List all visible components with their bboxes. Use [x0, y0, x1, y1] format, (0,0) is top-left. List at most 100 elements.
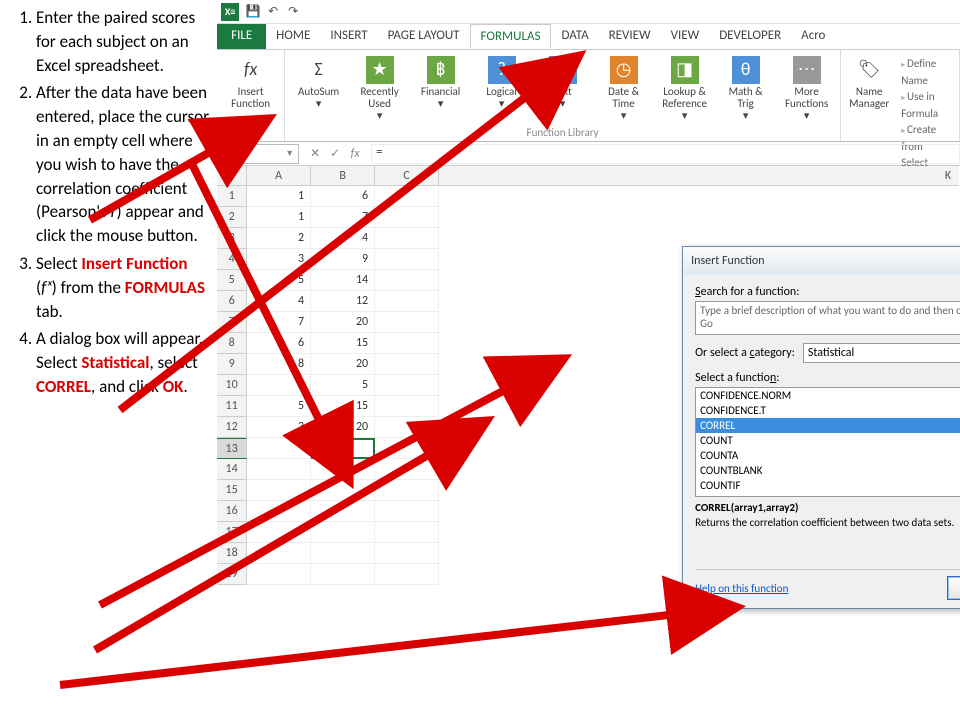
cell[interactable] — [375, 228, 439, 249]
row-header[interactable]: 14 — [217, 459, 247, 480]
tab-view[interactable]: VIEW — [661, 24, 710, 49]
cell[interactable] — [375, 186, 439, 207]
row-header[interactable]: 6 — [217, 291, 247, 312]
cell[interactable] — [375, 459, 439, 480]
cell[interactable] — [375, 417, 439, 438]
cell[interactable] — [375, 396, 439, 417]
function-list-item[interactable]: CONFIDENCE.NORM — [696, 388, 960, 403]
cell[interactable] — [311, 522, 375, 543]
select-all-corner[interactable] — [217, 166, 247, 186]
row-header[interactable]: 12 — [217, 417, 247, 438]
row-header[interactable]: 5 — [217, 270, 247, 291]
cell[interactable] — [375, 438, 439, 459]
col-header-c[interactable]: C — [375, 166, 439, 186]
ok-button[interactable]: OK — [947, 576, 960, 600]
cell[interactable] — [375, 207, 439, 228]
row-header[interactable]: 7 — [217, 312, 247, 333]
row-header[interactable]: 10 — [217, 375, 247, 396]
formula-input[interactable]: = — [371, 144, 960, 164]
cell[interactable]: 20 — [311, 354, 375, 375]
function-list-item[interactable]: COUNTIF — [696, 478, 960, 493]
row-header[interactable]: 8 — [217, 333, 247, 354]
row-header[interactable]: 9 — [217, 354, 247, 375]
cell[interactable] — [375, 522, 439, 543]
cell[interactable]: 14 — [311, 270, 375, 291]
lookup-button[interactable]: ◨Lookup & Reference▾ — [657, 54, 712, 124]
cell[interactable] — [247, 522, 311, 543]
cell[interactable] — [311, 459, 375, 480]
row-header[interactable]: 19 — [217, 564, 247, 585]
row-header[interactable]: 3 — [217, 228, 247, 249]
tab-file[interactable]: FILE — [217, 24, 266, 49]
cell[interactable] — [375, 501, 439, 522]
cell[interactable]: 5 — [247, 270, 311, 291]
cell[interactable]: 20 — [311, 417, 375, 438]
cell[interactable]: 1 — [247, 186, 311, 207]
row-header[interactable]: 13 — [217, 438, 247, 459]
function-list-item[interactable]: CORREL — [696, 418, 960, 433]
cell[interactable]: 5 — [247, 396, 311, 417]
cell[interactable] — [375, 354, 439, 375]
cell[interactable] — [375, 375, 439, 396]
cell[interactable]: 6 — [247, 333, 311, 354]
dialog-titlebar[interactable]: Insert Function ? ✕ — [683, 247, 960, 275]
save-icon[interactable]: 💾 — [243, 3, 263, 21]
tab-acrobat[interactable]: Acro — [791, 24, 835, 49]
row-header[interactable]: 15 — [217, 480, 247, 501]
cell[interactable] — [247, 459, 311, 480]
tab-insert[interactable]: INSERT — [320, 24, 377, 49]
financial-button[interactable]: ฿Financial▾ — [413, 54, 468, 124]
cell[interactable]: 9 — [311, 249, 375, 270]
cell[interactable]: 15 — [311, 333, 375, 354]
row-header[interactable]: 16 — [217, 501, 247, 522]
cell[interactable]: 20 — [311, 312, 375, 333]
function-list-item[interactable]: COUNT — [696, 433, 960, 448]
col-header-a[interactable]: A — [247, 166, 311, 186]
cell[interactable] — [247, 564, 311, 585]
cell[interactable] — [311, 480, 375, 501]
grid-row[interactable]: 116 — [217, 186, 960, 207]
help-link[interactable]: Help on this function — [695, 582, 788, 595]
math-trig-button[interactable]: θMath & Trig▾ — [718, 54, 773, 124]
cell[interactable] — [375, 270, 439, 291]
enter-icon[interactable]: ✓ — [327, 146, 343, 162]
row-header[interactable]: 18 — [217, 543, 247, 564]
text-button[interactable]: AText▾ — [535, 54, 590, 124]
col-header-b[interactable]: B — [311, 166, 375, 186]
cell[interactable]: 4 — [247, 291, 311, 312]
logical-button[interactable]: ?Logical▾ — [474, 54, 529, 124]
cell[interactable] — [375, 543, 439, 564]
tab-page-layout[interactable]: PAGE LAYOUT — [378, 24, 470, 49]
cell[interactable] — [375, 291, 439, 312]
row-header[interactable]: 1 — [217, 186, 247, 207]
cell[interactable]: 6 — [311, 186, 375, 207]
cancel-icon[interactable]: ✕ — [307, 146, 323, 162]
cell[interactable] — [375, 333, 439, 354]
tab-review[interactable]: REVIEW — [599, 24, 661, 49]
row-header[interactable]: 4 — [217, 249, 247, 270]
fx-bar-icon[interactable]: fx — [347, 146, 363, 162]
name-box[interactable]: B13▼ — [221, 144, 299, 164]
grid-row[interactable]: 217 — [217, 207, 960, 228]
function-list-item[interactable]: CONFIDENCE.T — [696, 403, 960, 418]
cell[interactable]: 3 — [247, 417, 311, 438]
more-functions-button[interactable]: ⋯More Functions▾ — [779, 54, 834, 124]
function-list-item[interactable]: COUNTBLANK — [696, 463, 960, 478]
cell[interactable]: 2 — [247, 375, 311, 396]
cell[interactable]: 3 — [247, 249, 311, 270]
function-list-item[interactable]: COUNTA — [696, 448, 960, 463]
undo-icon[interactable]: ↶ — [263, 3, 283, 21]
cell[interactable] — [311, 564, 375, 585]
cell[interactable]: 8 — [247, 354, 311, 375]
cell[interactable]: 7 — [311, 207, 375, 228]
cell[interactable] — [375, 564, 439, 585]
col-header-far[interactable]: K — [439, 166, 959, 186]
cell[interactable]: 5 — [311, 375, 375, 396]
tab-data[interactable]: DATA — [551, 24, 598, 49]
recently-used-button[interactable]: ★Recently Used▾ — [352, 54, 407, 124]
cell[interactable]: 7 — [247, 312, 311, 333]
row-header[interactable]: 2 — [217, 207, 247, 228]
insert-function-button[interactable]: fx Insert Function — [223, 54, 278, 112]
cell[interactable] — [247, 543, 311, 564]
active-cell[interactable]: = — [311, 438, 375, 459]
